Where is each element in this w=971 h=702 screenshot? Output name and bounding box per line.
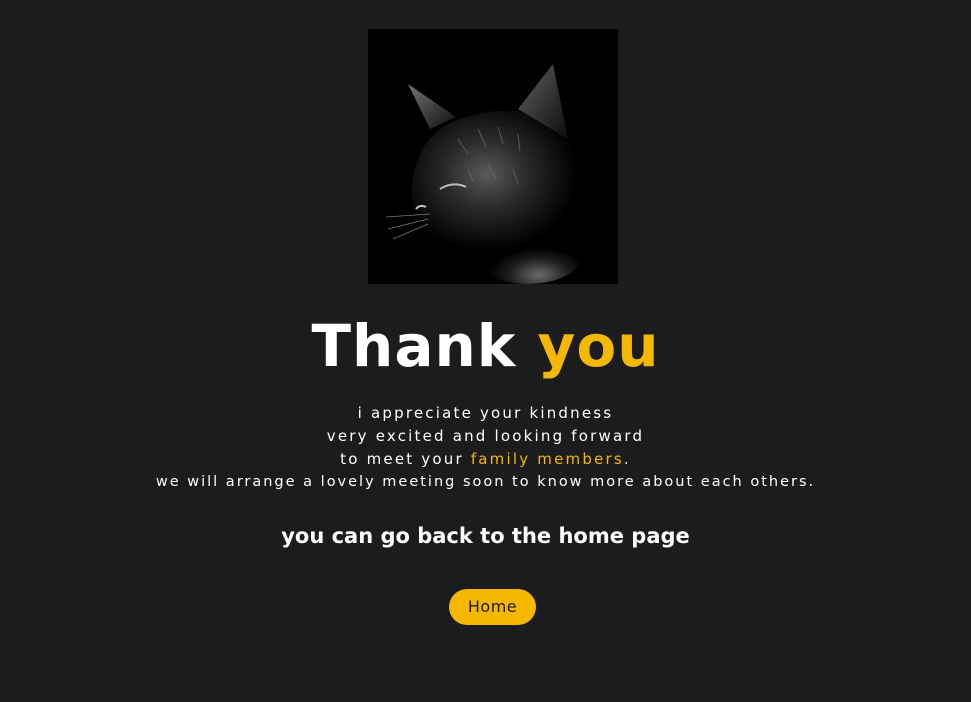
thank-you-message: i appreciate your kindness very excited … (0, 402, 971, 494)
title-word-thank: Thank (311, 312, 517, 380)
thank-you-page: Thank you i appreciate your kindness ver… (0, 0, 971, 702)
cat-photo (368, 29, 618, 284)
message-line-4: we will arrange a lovely meeting soon to… (155, 474, 816, 490)
back-to-home-text: you can go back to the home page (281, 524, 690, 548)
message-line-1: i appreciate your kindness (357, 404, 614, 422)
message-line-3-start: to meet your (340, 450, 471, 468)
title-word-you: you (537, 312, 660, 380)
message-line-3-end: . (623, 450, 631, 468)
page-title: Thank you (0, 306, 971, 386)
home-button[interactable]: Home (449, 589, 536, 625)
message-line-3: to meet your family members. (0, 448, 971, 471)
family-members-highlight: family members (470, 450, 624, 468)
message-line-2: very excited and looking forward (326, 427, 645, 445)
